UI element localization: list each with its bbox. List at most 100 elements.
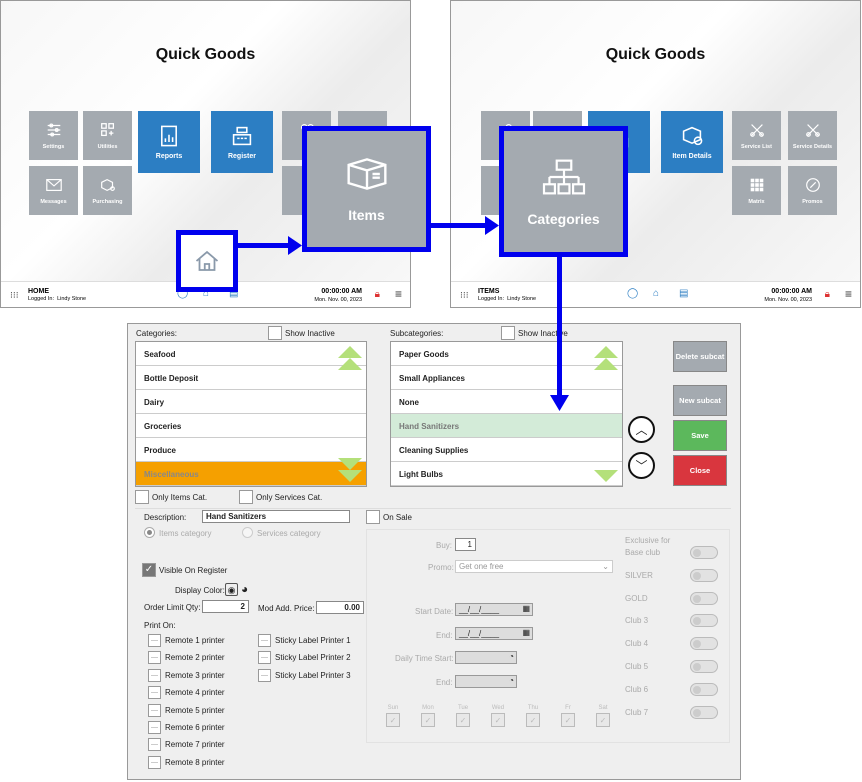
on-sale-checkbox[interactable] (366, 510, 380, 524)
checkbox[interactable]: — (258, 634, 271, 647)
grid-menu-icon[interactable]: ⁝⁝⁝ (10, 290, 19, 301)
printer-option[interactable]: — Remote 6 printer (148, 721, 225, 734)
weekday-checkbox[interactable]: ✓ (421, 713, 435, 727)
list-item-selected[interactable]: Miscellaneous (136, 462, 366, 486)
item-details-tile[interactable]: Item Details (661, 111, 723, 173)
sticky-printer-option[interactable]: — Sticky Label Printer 2 (258, 651, 351, 665)
move-up-button[interactable]: ︿ (628, 416, 655, 443)
list-item[interactable]: Produce (136, 438, 366, 462)
club-toggle[interactable] (690, 546, 718, 559)
checkbox[interactable]: — (148, 634, 161, 647)
list-item[interactable]: Light Bulbs (391, 462, 622, 486)
reports-tile[interactable]: Reports (138, 111, 200, 173)
printer-option[interactable]: — Remote 4 printer (148, 686, 225, 700)
buy-input[interactable]: 1 (455, 538, 476, 551)
show-inactive-categories-checkbox[interactable] (268, 326, 282, 340)
printer-option[interactable]: — Remote 5 printer (148, 703, 225, 717)
club-toggle[interactable] (690, 568, 718, 582)
checkbox[interactable]: — (148, 651, 161, 665)
order-limit-input[interactable]: 2 (202, 600, 249, 613)
end-date-input[interactable]: __/__/____ ▦ (455, 627, 533, 640)
printer-option[interactable]: — Remote 7 printer (148, 738, 225, 752)
service-details-tile[interactable]: Service Details (788, 111, 837, 160)
hamburger-menu-icon[interactable]: ≡ (395, 287, 402, 301)
scroll-up-icon[interactable] (594, 346, 618, 372)
printer-option[interactable]: — Remote 1 printer (148, 634, 225, 647)
checkbox[interactable]: — (148, 668, 161, 682)
visible-on-register-checkbox[interactable]: ✓ (142, 563, 156, 577)
home-icon[interactable]: ⌂ (653, 288, 659, 299)
services-category-radio[interactable] (242, 527, 253, 538)
delete-subcat-button[interactable]: Delete subcat (673, 341, 727, 372)
list-item[interactable]: Bottle Deposit (136, 366, 366, 390)
printer-option[interactable]: — Remote 2 printer (148, 651, 225, 665)
promo-select[interactable]: Get one free ⌄ (455, 560, 613, 573)
club-toggle[interactable] (690, 660, 718, 673)
list-item[interactable]: None (391, 390, 622, 414)
club-toggle[interactable] (690, 705, 718, 719)
grid-menu-icon[interactable]: ⁝⁝⁝ (460, 290, 469, 301)
club-toggle[interactable] (690, 591, 718, 605)
club-toggle[interactable] (690, 614, 718, 628)
weekday-checkbox[interactable]: ✓ (526, 713, 540, 727)
start-time-input[interactable]: ◔ (455, 651, 517, 664)
promos-tile[interactable]: Promos (788, 166, 837, 215)
sticky-printer-option[interactable]: — Sticky Label Printer 1 (258, 634, 351, 647)
close-button[interactable]: Close (673, 455, 727, 486)
utilities-tile[interactable]: Utilities (83, 111, 132, 160)
home-highlight[interactable] (176, 230, 238, 292)
subcategories-list[interactable]: Paper Goods Small Appliances None Hand S… (390, 341, 623, 487)
lock-icon[interactable]: 🔒︎ (375, 289, 380, 300)
register-tile[interactable]: Register (211, 111, 273, 173)
items-category-radio[interactable] (144, 527, 155, 538)
start-date-input[interactable]: __/__/____ ▦ (455, 603, 533, 616)
color-swatch-icon[interactable]: ◉ (225, 583, 238, 596)
palette-icon[interactable]: ◕ (241, 582, 248, 596)
list-item[interactable]: Groceries (136, 414, 366, 438)
move-down-button[interactable]: ﹀ (628, 452, 655, 479)
list-item[interactable]: Dairy (136, 390, 366, 414)
categories-tile[interactable]: Categories (499, 126, 628, 257)
checkbox[interactable]: — (148, 738, 161, 752)
checkbox[interactable]: — (148, 703, 161, 717)
checkbox[interactable]: — (148, 755, 161, 769)
checkbox[interactable]: — (258, 651, 271, 665)
matrix-tile[interactable]: Matrix (732, 166, 781, 215)
list-item[interactable]: Small Appliances (391, 366, 622, 390)
end-time-input[interactable]: ◔ (455, 675, 517, 688)
description-input[interactable]: Hand Sanitizers (202, 510, 350, 523)
scroll-down-icon[interactable] (338, 456, 362, 482)
checkbox[interactable]: — (148, 721, 161, 734)
show-inactive-subcategories-checkbox[interactable] (501, 326, 515, 340)
checkbox[interactable]: — (258, 668, 271, 682)
messages-tile[interactable]: Messages (29, 166, 78, 215)
list-item[interactable]: Seafood (136, 342, 366, 366)
scroll-down-icon[interactable] (594, 468, 618, 482)
weekday-checkbox[interactable]: ✓ (561, 713, 575, 727)
printer-option[interactable]: — Remote 8 printer (148, 755, 225, 769)
club-toggle[interactable] (690, 637, 718, 651)
list-item[interactable]: Cleaning Supplies (391, 438, 622, 462)
checkbox[interactable]: — (148, 686, 161, 700)
sticky-printer-option[interactable]: — Sticky Label Printer 3 (258, 668, 351, 682)
items-tile[interactable]: Items (302, 126, 431, 252)
back-icon[interactable]: ◯ (627, 288, 638, 299)
settings-tile[interactable]: Settings (29, 111, 78, 160)
only-services-checkbox[interactable] (239, 490, 253, 504)
service-list-tile[interactable]: Service List (732, 111, 781, 160)
only-items-checkbox[interactable] (135, 490, 149, 504)
purchasing-tile[interactable]: Purchasing (83, 166, 132, 215)
list-item-selected[interactable]: Hand Sanitizers (391, 414, 622, 438)
hamburger-menu-icon[interactable]: ≡ (845, 287, 852, 301)
printer-option[interactable]: — Remote 3 printer (148, 668, 225, 682)
weekday-checkbox[interactable]: ✓ (456, 713, 470, 727)
lock-icon[interactable]: 🔒︎ (825, 289, 830, 300)
club-toggle[interactable] (690, 682, 718, 696)
categories-list[interactable]: Seafood Bottle Deposit Dairy Groceries P… (135, 341, 367, 487)
list-item[interactable]: Paper Goods (391, 342, 622, 366)
new-subcat-button[interactable]: New subcat (673, 385, 727, 416)
weekday-checkbox[interactable]: ✓ (491, 713, 505, 727)
register-icon[interactable]: ▤ (679, 288, 688, 299)
save-button[interactable]: Save (673, 420, 727, 451)
weekday-checkbox[interactable]: ✓ (386, 713, 400, 727)
